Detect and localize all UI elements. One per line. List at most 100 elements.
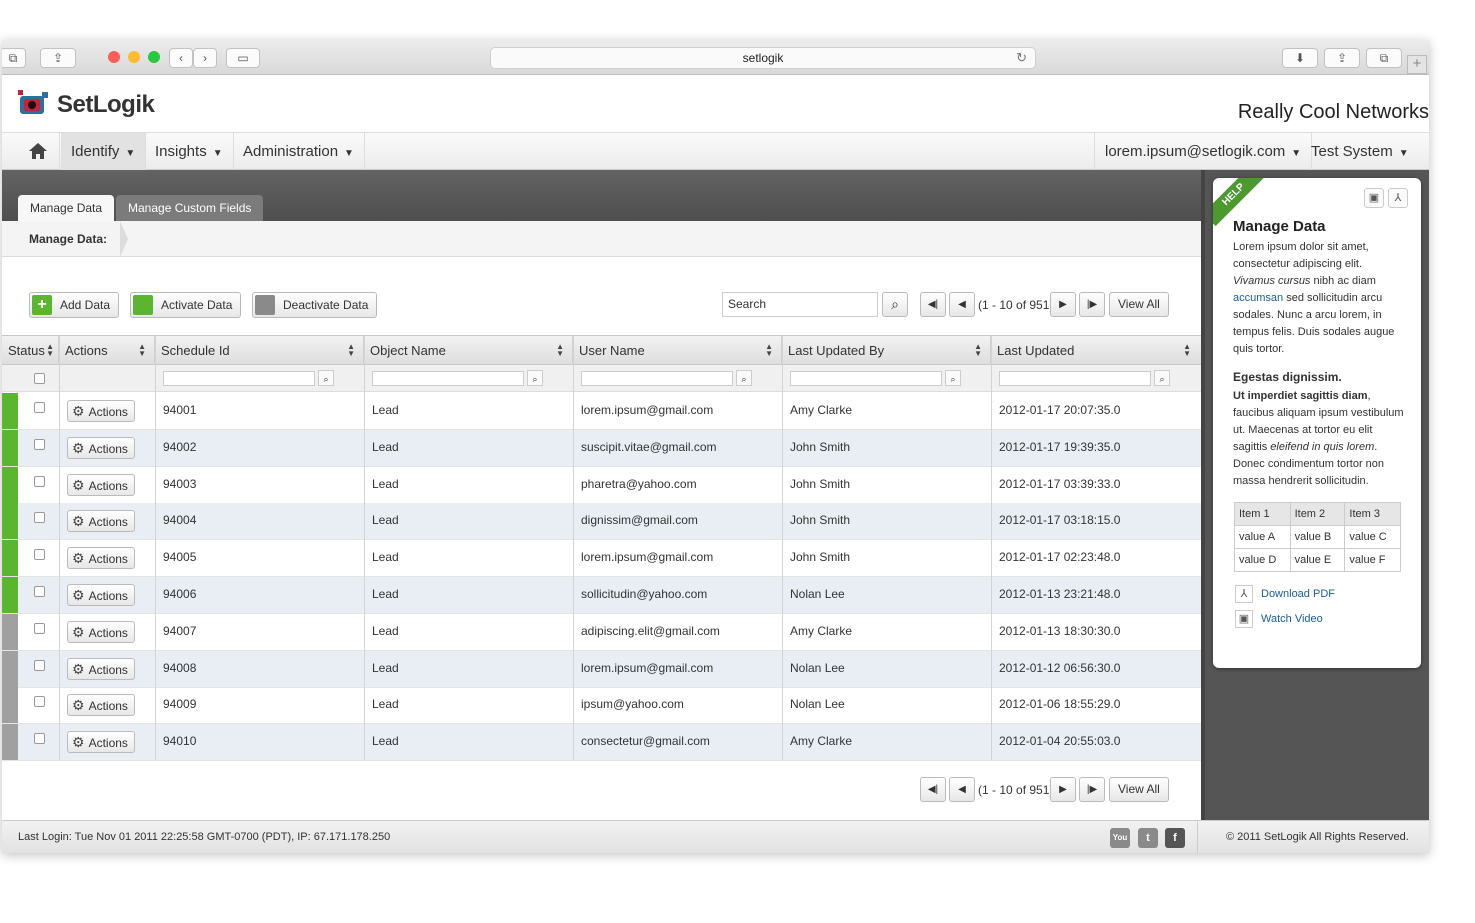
table-row[interactable]: ⚙ Actions 94007 Lead adipiscing.elit@gmail.c… — [2, 613, 1201, 651]
video-icon[interactable]: ▣ — [1364, 188, 1384, 208]
search-icon[interactable]: ⌕ — [1154, 370, 1170, 386]
row-checkbox[interactable] — [34, 512, 45, 524]
activate-data-button[interactable]: Activate Data — [130, 292, 242, 318]
table-row[interactable]: ⚙ Actions 94003 Lead pharetra@yahoo.com John … — [2, 466, 1201, 504]
table-row[interactable]: ⚙ Actions 94010 Lead consectetur@gmail.com Am… — [2, 724, 1201, 762]
first-page-icon[interactable]: ◀| — [920, 777, 946, 802]
filter-last-updated-input[interactable] — [999, 371, 1151, 386]
search-icon[interactable]: ⌕ — [945, 370, 961, 386]
back-icon[interactable]: ‹ — [169, 48, 193, 68]
col-schedule-id[interactable]: Schedule Id ▲ ▼ — [155, 336, 364, 365]
actions-button[interactable]: ⚙ Actions — [67, 436, 135, 459]
actions-button[interactable]: ⚙ Actions — [67, 510, 135, 533]
prev-page-icon[interactable]: ◀ — [949, 292, 975, 317]
actions-button[interactable]: ⚙ Actions — [67, 473, 135, 496]
table-row[interactable]: ⚙ Actions 94005 Lead lorem.ipsum@gmail.com Jo… — [2, 540, 1201, 578]
system-menu[interactable]: Test System ▼ — [1301, 133, 1419, 170]
home-icon[interactable] — [16, 133, 60, 170]
last-page-icon[interactable]: |▶ — [1079, 777, 1105, 802]
gear-icon: ⚙ — [72, 403, 85, 419]
row-checkbox[interactable] — [34, 586, 45, 597]
row-checkbox[interactable] — [34, 402, 45, 413]
twitter-icon[interactable]: t — [1138, 828, 1158, 848]
help-link-accumsan[interactable]: accumsan — [1233, 292, 1283, 304]
forward-icon[interactable]: › — [193, 48, 217, 68]
table-row[interactable]: ⚙ Actions 94006 Lead sollicitudin@yahoo.com N… — [2, 577, 1201, 614]
user-menu[interactable]: lorem.ipsum@setlogik.com ▼ — [1094, 133, 1313, 170]
minimize-window-button[interactable] — [128, 51, 140, 63]
actions-button[interactable]: ⚙ Actions — [67, 620, 135, 643]
last-page-icon[interactable]: |▶ — [1079, 292, 1105, 317]
row-checkbox[interactable] — [34, 475, 45, 487]
share-icon[interactable]: ⇪ — [40, 48, 76, 68]
search-icon[interactable]: ⌕ — [882, 292, 908, 317]
add-data-button[interactable]: + Add Data — [29, 292, 120, 318]
nav-insights[interactable]: Insights ▼ — [145, 133, 234, 170]
row-checkbox[interactable] — [34, 622, 45, 634]
search-icon[interactable]: ⌕ — [527, 370, 543, 386]
new-tab-button[interactable]: + — [1407, 55, 1427, 74]
help-text-2a: Ut imperdiet sagittis diam — [1233, 390, 1368, 402]
table-row[interactable]: ⚙ Actions 94004 Lead dignissim@gmail.com John… — [2, 503, 1201, 541]
actions-button[interactable]: ⚙ Actions — [67, 694, 135, 717]
table-row[interactable]: ⚙ Actions 94001 Lead lorem.ipsum@gmail.com Am… — [2, 393, 1201, 430]
plus-icon: + — [32, 295, 52, 315]
tab-manage-data[interactable]: Manage Data — [18, 195, 115, 221]
actions-label: Actions — [88, 662, 128, 677]
col-last-updated-by[interactable]: Last Updated By ▲ ▼ — [782, 336, 991, 365]
filter-object-name-input[interactable] — [372, 371, 524, 386]
actions-button[interactable]: ⚙ Actions — [67, 400, 135, 422]
view-all-button[interactable]: View All — [1109, 292, 1169, 317]
maximize-window-button[interactable] — [148, 51, 160, 63]
pdf-icon[interactable]: ⅄ — [1388, 188, 1408, 208]
next-page-icon[interactable]: ▶ — [1050, 292, 1076, 317]
table-row[interactable]: ⚙ Actions 94002 Lead suscipit.vitae@gmail.co… — [2, 429, 1201, 467]
prev-page-icon[interactable]: ◀ — [949, 777, 975, 802]
first-page-icon[interactable]: ◀| — [920, 292, 946, 317]
filter-schedule-id-input[interactable] — [163, 371, 315, 386]
col-object-name[interactable]: Object Name ▲ ▼ — [364, 336, 573, 365]
row-checkbox[interactable] — [34, 733, 45, 745]
row-checkbox[interactable] — [34, 438, 45, 450]
search-icon[interactable]: ⌕ — [736, 370, 752, 386]
col-actions[interactable]: Actions ▲ ▼ — [59, 336, 155, 365]
sidebar-icon[interactable]: ▭ — [226, 48, 260, 68]
row-checkbox[interactable] — [34, 659, 45, 671]
search-icon[interactable]: ⌕ — [318, 370, 334, 386]
watch-video-link[interactable]: Watch Video — [1261, 613, 1323, 625]
sort-icon: ▲ ▼ — [1183, 342, 1191, 358]
row-checkbox[interactable] — [34, 696, 45, 708]
download-pdf-link[interactable]: Download PDF — [1261, 588, 1335, 600]
col-last-updated[interactable]: Last Updated ▲ ▼ — [991, 336, 1199, 365]
share-page-icon[interactable]: ⇪ — [1324, 48, 1360, 68]
actions-button[interactable]: ⚙ Actions — [67, 731, 135, 754]
logo[interactable]: SetLogik — [16, 86, 176, 124]
actions-button[interactable]: ⚙ Actions — [67, 584, 135, 606]
deactivate-data-button[interactable]: Deactivate Data — [252, 292, 378, 318]
filter-user-name-input[interactable] — [581, 371, 733, 386]
facebook-icon[interactable]: f — [1165, 828, 1185, 848]
col-status[interactable]: Status ▲ ▼ — [2, 336, 59, 365]
close-window-button[interactable] — [108, 51, 120, 63]
youtube-icon[interactable]: You — [1110, 828, 1130, 848]
next-page-icon[interactable]: ▶ — [1050, 777, 1076, 802]
filter-last-updated-by-input[interactable] — [790, 371, 942, 386]
address-bar[interactable]: setlogik ↻ — [490, 47, 1036, 69]
search-input[interactable]: Search — [722, 292, 878, 317]
table-row[interactable]: ⚙ Actions 94008 Lead lorem.ipsum@gmail.com No… — [2, 650, 1201, 688]
downloads-icon[interactable]: ⬇ — [1282, 48, 1318, 68]
actions-button[interactable]: ⚙ Actions — [67, 657, 135, 680]
table-row[interactable]: ⚙ Actions 94009 Lead ipsum@yahoo.com Nolan Le… — [2, 687, 1201, 725]
tabs-icon[interactable]: ⧉ — [1366, 48, 1402, 68]
col-user-name[interactable]: User Name ▲ ▼ — [573, 336, 782, 365]
view-all-button[interactable]: View All — [1109, 777, 1169, 802]
column-divider — [155, 335, 156, 760]
row-checkbox[interactable] — [34, 549, 45, 561]
tabs-overview-icon[interactable]: ⧉ — [2, 48, 26, 68]
nav-identify[interactable]: Identify ▼ — [61, 133, 147, 170]
nav-administration[interactable]: Administration ▼ — [233, 133, 365, 170]
actions-button[interactable]: ⚙ Actions — [67, 547, 135, 570]
reload-icon[interactable]: ↻ — [1016, 48, 1027, 68]
select-all-checkbox[interactable] — [34, 373, 45, 384]
tab-manage-custom-fields[interactable]: Manage Custom Fields — [116, 195, 264, 221]
